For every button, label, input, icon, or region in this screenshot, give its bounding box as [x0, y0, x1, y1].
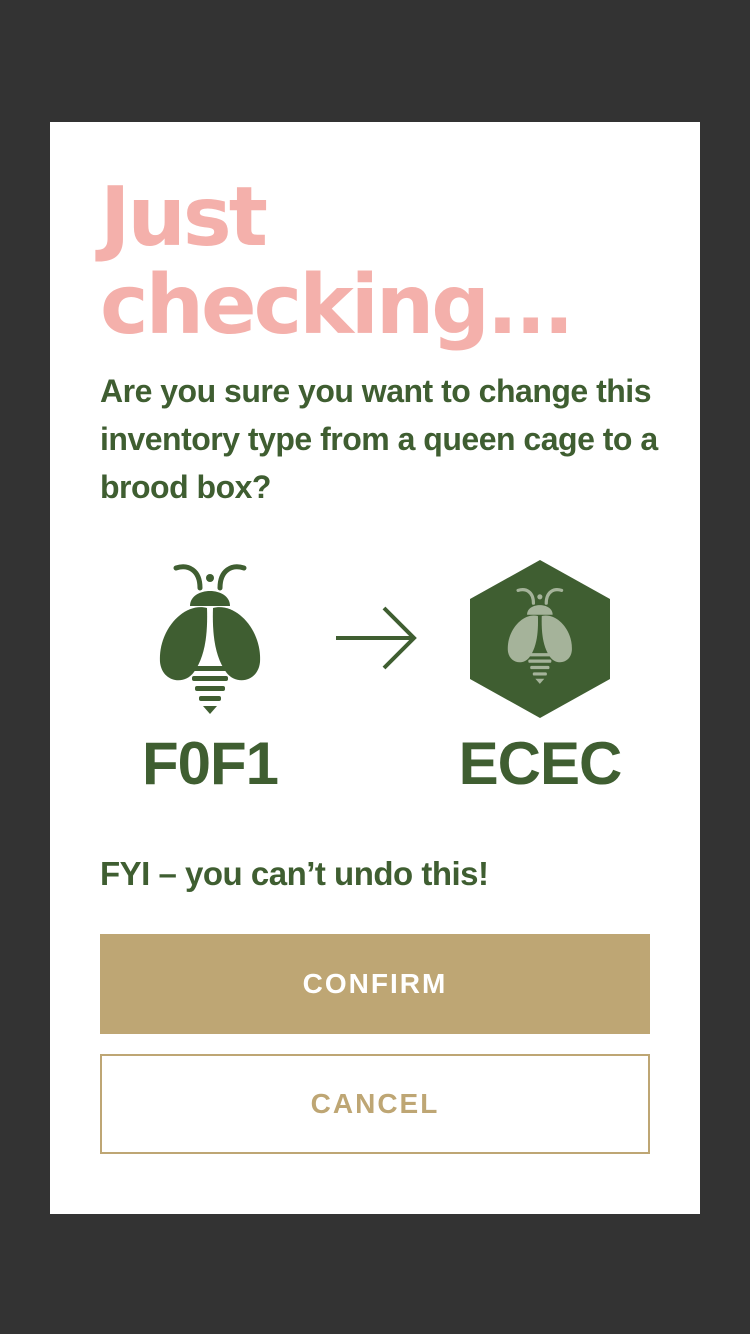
cancel-button[interactable]: CANCEL — [100, 1054, 650, 1154]
confirm-dialog: Just checking... Are you sure you want t… — [50, 122, 700, 1214]
bee-icon — [159, 564, 261, 714]
dialog-title: Just checking... — [100, 170, 574, 353]
undo-warning: FYI – you can’t undo this! — [100, 855, 489, 892]
arrow-right-icon — [336, 606, 417, 670]
hexagon-bee-icon — [470, 560, 610, 718]
cancel-button-label: CANCEL — [310, 1088, 440, 1119]
confirm-button-label: CONFIRM — [302, 968, 448, 999]
to-code: ECEC — [458, 730, 623, 797]
from-code: F0F1 — [141, 730, 279, 797]
dialog-question: Are you sure you want to change this inv… — [100, 373, 658, 505]
inventory-type-change: F0F1 ECEC — [50, 552, 700, 802]
confirm-button[interactable]: CONFIRM — [100, 934, 650, 1034]
